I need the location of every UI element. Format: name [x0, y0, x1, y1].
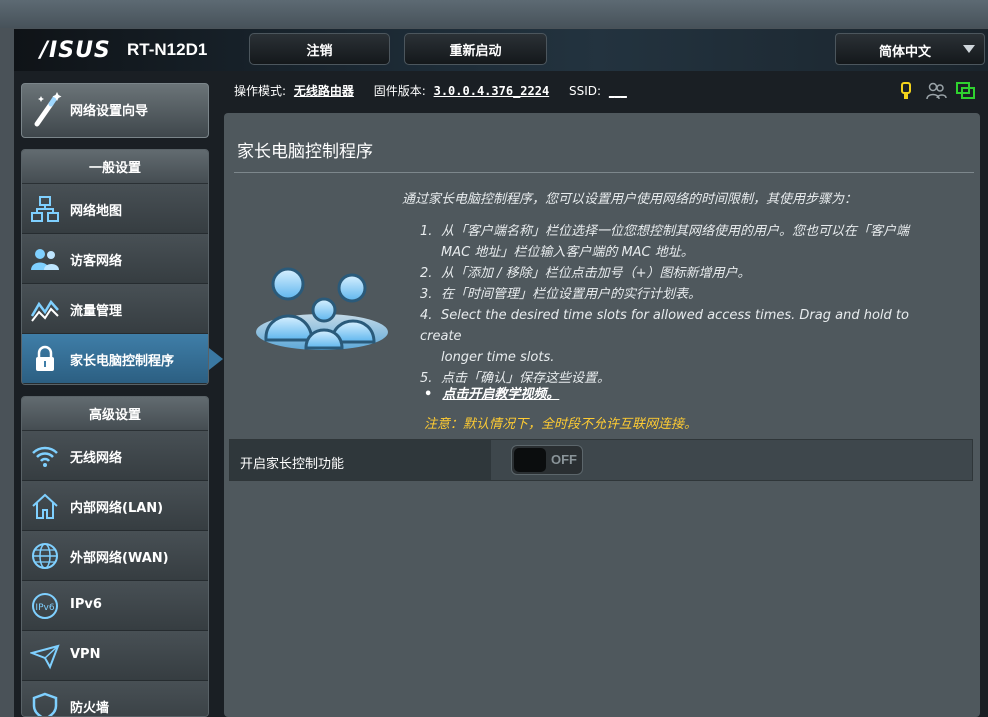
- list-item-continuation: MAC 地址」栏位输入客户端的 MAC 地址。: [441, 245, 694, 260]
- sidebar-item-label: IPv6: [70, 597, 102, 612]
- sidebar-item-lan[interactable]: 内部网络(LAN): [22, 481, 208, 531]
- list-item: 2. 从「添加 / 移除」栏位点击加号（+）图标新增用户。: [420, 266, 751, 281]
- default-note: 注意：默认情况下，全时段不允许互联网连接。: [424, 417, 698, 432]
- network-setup-wizard-button[interactable]: 网络设置向导: [21, 83, 209, 138]
- sidebar-item-traffic-manager[interactable]: 流量管理: [22, 284, 208, 334]
- globe-icon: [32, 543, 58, 569]
- parental-control-toggle[interactable]: OFF: [511, 445, 583, 475]
- internet-status-icon[interactable]: [956, 82, 976, 100]
- sidebar-item-label: 流量管理: [70, 304, 123, 319]
- magic-wand-icon: [34, 92, 62, 127]
- sidebar-item-ipv6[interactable]: IPv6 IPv6: [22, 581, 208, 631]
- enable-parental-control-label: 开启家长控制功能: [240, 457, 345, 472]
- router-model: RT-N12D1: [127, 40, 208, 59]
- intro-text: 通过家长电脑控制程序，您可以设置用户使用网络的时间限制，其使用步骤为：: [402, 192, 858, 207]
- sidebar-item-guest-network[interactable]: 访客网络: [22, 234, 208, 284]
- browser-top-background: [0, 0, 988, 28]
- active-item-pointer: [209, 348, 223, 370]
- sidebar-item-network-map[interactable]: 网络地图: [22, 184, 208, 234]
- list-item-continuation: longer time slots.: [441, 350, 555, 365]
- svg-text:IPv6: IPv6: [35, 603, 54, 613]
- advanced-settings-header: 高级设置: [22, 397, 208, 431]
- vpn-icon: [30, 644, 60, 670]
- mode-label: 操作模式:: [234, 84, 287, 98]
- firmware-label: 固件版本:: [373, 84, 426, 98]
- sidebar-item-label: 防火墙: [70, 701, 110, 716]
- language-value: 简体中文: [879, 45, 932, 60]
- ssid-label: SSID:: [569, 84, 602, 98]
- toggle-knob: [514, 448, 546, 472]
- sidebar-item-label: 无线网络: [70, 451, 123, 466]
- sidebar-item-label: 内部网络(LAN): [70, 501, 164, 516]
- steps-list: 1. 从「客户端名称」栏位选择一位您想控制其网络使用的用户。您也可以在「客户端 M…: [420, 221, 950, 389]
- mode-value-link[interactable]: 无线路由器: [294, 84, 354, 98]
- guest-network-icon: [31, 249, 59, 270]
- status-bar: 操作模式: 无线路由器 固件版本: 3.0.0.4.376_2224 SSID:…: [234, 82, 627, 99]
- wizard-label: 网络设置向导: [70, 104, 149, 119]
- firmware-value-link[interactable]: 3.0.0.4.376_2224: [434, 84, 550, 98]
- list-item: 4. Select the desired time slots for allo…: [420, 308, 909, 344]
- parental-control-setting-row: 开启家长控制功能 OFF: [229, 439, 973, 481]
- sidebar-item-wan[interactable]: 外部网络(WAN): [22, 531, 208, 581]
- wifi-icon: [32, 446, 58, 467]
- toggle-state-text: OFF: [551, 452, 577, 467]
- language-select[interactable]: 简体中文: [835, 33, 985, 65]
- chevron-down-icon: [963, 45, 975, 53]
- list-item: 1. 从「客户端名称」栏位选择一位您想控制其网络使用的用户。您也可以在「客户端: [420, 224, 910, 239]
- home-icon: [32, 493, 58, 519]
- ipv6-icon: IPv6: [32, 593, 58, 619]
- ssid-value: ___: [608, 84, 627, 98]
- lock-icon: [36, 345, 54, 371]
- clients-status-icon[interactable]: [925, 82, 947, 100]
- reboot-button[interactable]: 重新启动: [404, 33, 547, 65]
- usb-status-icon[interactable]: [899, 82, 913, 100]
- sidebar-item-firewall[interactable]: 防火墙: [22, 681, 208, 716]
- asus-logo: /ISUS: [40, 38, 111, 63]
- sidebar-item-vpn[interactable]: VPN: [22, 631, 208, 681]
- sidebar-item-parental-control[interactable]: 家长电脑控制程序: [22, 334, 208, 384]
- sidebar-item-label: 网络地图: [70, 204, 123, 219]
- sidebar-item-label: 外部网络(WAN): [70, 551, 169, 566]
- sidebar-item-label: VPN: [70, 647, 101, 662]
- traffic-manager-icon: [30, 299, 59, 322]
- list-item: 3. 在「时间管理」栏位设置用户的实行计划表。: [420, 287, 702, 302]
- sidebar-item-wireless[interactable]: 无线网络: [22, 431, 208, 481]
- page-title: 家长电脑控制程序: [237, 142, 373, 162]
- shield-icon: [32, 692, 58, 716]
- sidebar-item-label: 家长电脑控制程序: [70, 354, 175, 369]
- tutorial-bullet: • 点击开启教学视频。: [424, 387, 560, 402]
- sidebar-item-label: 访客网络: [70, 254, 123, 269]
- general-settings-header: 一般设置: [22, 150, 208, 184]
- network-map-icon: [31, 196, 59, 222]
- tutorial-video-link[interactable]: 点击开启教学视频。: [442, 387, 559, 402]
- general-settings-group: 一般设置 网络地图 访客网络 流量管理 家长电脑控制程序: [21, 149, 209, 385]
- family-illustration-icon: [256, 267, 388, 350]
- logout-button[interactable]: 注销: [249, 33, 390, 65]
- advanced-settings-group: 高级设置 无线网络 内部网络(LAN) 外部网络(WAN) IPv6 IPv6: [21, 396, 209, 717]
- title-divider: [234, 172, 974, 173]
